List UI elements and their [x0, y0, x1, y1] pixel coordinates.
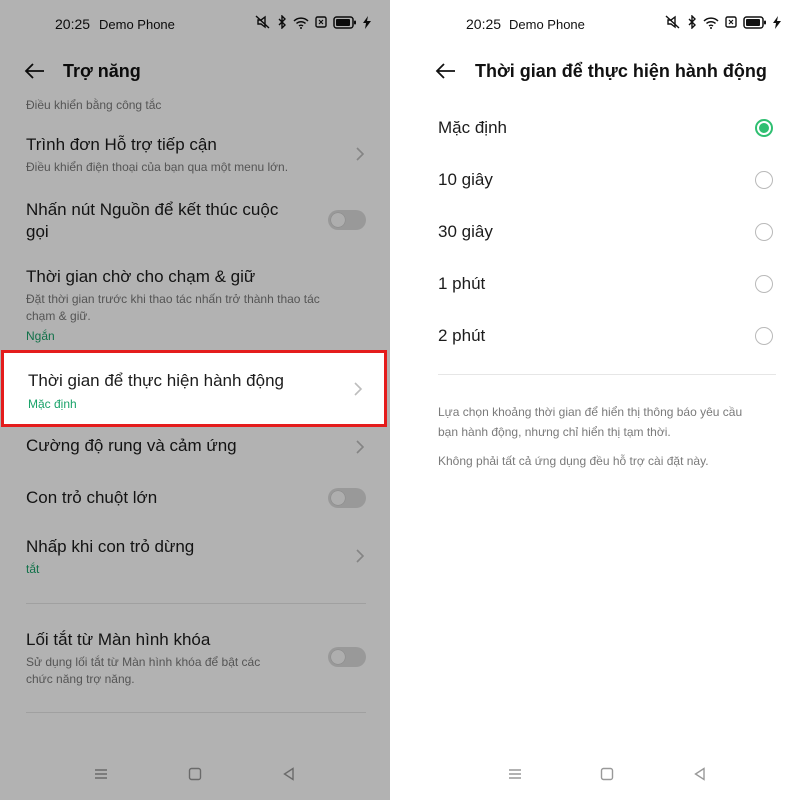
item-value: Ngắn [26, 329, 55, 343]
option-label: 1 phút [438, 274, 486, 293]
item-title: Lối tắt từ Màn hình khóa [26, 630, 211, 649]
home-nav-icon[interactable] [599, 766, 615, 782]
highlighted-item-action-time[interactable]: Thời gian để thực hiện hành động Mặc địn… [1, 350, 387, 427]
item-title: Thời gian để thực hiện hành động [28, 371, 284, 390]
item-subtitle: Đặt thời gian trước khi thao tác nhấn tr… [26, 292, 320, 323]
left-screen: 20:25 Demo Phone Trợ năng Điều khiển bằn… [0, 0, 390, 800]
list-item-lockscreen-shortcut[interactable]: Lối tắt từ Màn hình khóa Sử dụng lối tắt… [26, 629, 366, 688]
option-2-minutes[interactable]: 2 phút [438, 321, 773, 351]
status-icons [255, 15, 371, 29]
option-1-minute[interactable]: 1 phút [438, 269, 773, 299]
radio-unselected[interactable] [755, 275, 773, 293]
radio-selected[interactable] [755, 119, 773, 137]
right-header: Thời gian để thực hiện hành động [395, 55, 800, 89]
battery-icon [743, 15, 766, 29]
charging-icon [773, 15, 781, 29]
option-10-seconds[interactable]: 10 giây [438, 165, 773, 195]
status-icons [665, 15, 781, 29]
nav-bar [0, 766, 390, 786]
radio-unselected[interactable] [755, 223, 773, 241]
radio-unselected[interactable] [755, 171, 773, 189]
sim-icon [725, 16, 737, 28]
page-title: Trợ năng [63, 61, 141, 81]
bluetooth-icon [278, 15, 286, 29]
status-time: 20:25 [466, 16, 502, 32]
item-subtitle: Sử dụng lối tắt từ Màn hình khóa để bật … [26, 655, 261, 686]
option-label: 10 giây [438, 170, 493, 189]
power-end-call-toggle[interactable] [328, 210, 366, 230]
wifi-icon [703, 16, 719, 29]
description-note: Không phải tất cả ứng dụng đều hỗ trợ cà… [438, 454, 709, 468]
page-title: Thời gian để thực hiện hành động [475, 61, 767, 81]
home-nav-icon[interactable] [187, 766, 203, 782]
status-carrier: Demo Phone [99, 17, 175, 32]
large-pointer-toggle[interactable] [328, 488, 366, 508]
left-header: Trợ năng [0, 55, 390, 89]
charging-icon [363, 15, 371, 29]
back-arrow-icon[interactable] [434, 59, 458, 83]
chevron-right-icon [354, 382, 363, 396]
item-subtitle: Điều khiển điện thoại của bạn qua một me… [26, 160, 289, 174]
list-item-accessibility-menu[interactable]: Trình đơn Hỗ trợ tiếp cận Điều khiển điệ… [26, 134, 366, 176]
list-item-power-button-ends-call[interactable]: Nhấn nút Nguồn để kết thúc cuộc gọi [26, 199, 366, 243]
option-label: 30 giây [438, 222, 493, 241]
bluetooth-icon [688, 15, 696, 29]
divider [26, 712, 366, 713]
status-carrier: Demo Phone [509, 17, 585, 32]
battery-icon [333, 15, 356, 29]
item-title: Thời gian chờ cho chạm & giữ [26, 267, 256, 286]
option-30-seconds[interactable]: 30 giây [438, 217, 773, 247]
divider [438, 374, 776, 375]
option-default[interactable]: Mặc định [438, 113, 773, 143]
mute-icon [665, 15, 680, 29]
item-value: Mặc định [28, 397, 77, 411]
lockscreen-shortcut-toggle[interactable] [328, 647, 366, 667]
item-title: Cường độ rung và cảm ứng [26, 436, 237, 455]
back-nav-icon[interactable] [692, 766, 708, 782]
chevron-right-icon [356, 549, 365, 563]
right-screen: 20:25 Demo Phone Thời gian để thực hiện … [395, 0, 800, 800]
item-title: Trình đơn Hỗ trợ tiếp cận [26, 135, 217, 154]
list-item-dwell-click[interactable]: Nhấp khi con trỏ dừng tắt [26, 536, 366, 576]
option-label: Mặc định [438, 118, 507, 137]
item-title: Nhấn nút Nguồn để kết thúc cuộc [26, 200, 279, 219]
description-text: Lựa chọn khoảng thời gian để hiển thị th… [438, 405, 743, 439]
list-item-touch-hold-delay[interactable]: Thời gian chờ cho chạm & giữ Đặt thời gi… [26, 266, 366, 343]
sim-icon [315, 16, 327, 28]
chevron-right-icon [356, 147, 365, 161]
list-item-vibration-haptic[interactable]: Cường độ rung và cảm ứng [26, 435, 366, 457]
chevron-right-icon [356, 440, 365, 454]
status-time: 20:25 [55, 16, 91, 32]
status-bar: 20:25 Demo Phone [395, 0, 800, 46]
back-nav-icon[interactable] [281, 766, 297, 782]
back-arrow-icon[interactable] [23, 59, 47, 83]
mute-icon [255, 15, 270, 29]
divider [26, 603, 366, 604]
menu-nav-icon[interactable] [93, 766, 109, 782]
item-title: Nhấp khi con trỏ dừng [26, 537, 195, 556]
status-bar: 20:25 Demo Phone [0, 0, 390, 46]
menu-nav-icon[interactable] [507, 766, 523, 782]
radio-unselected[interactable] [755, 327, 773, 345]
item-title-line2: gọi [26, 222, 49, 241]
nav-bar [395, 766, 800, 786]
wifi-icon [293, 16, 309, 29]
partial-item-label: Điều khiển bằng công tắc [26, 98, 162, 112]
partial-item-switch-control[interactable]: Điều khiển bằng công tắc [26, 94, 366, 114]
list-item-large-mouse-pointer[interactable]: Con trỏ chuột lớn [26, 487, 366, 509]
item-title: Con trỏ chuột lớn [26, 488, 158, 507]
item-value: tắt [26, 562, 40, 576]
option-label: 2 phút [438, 326, 486, 345]
